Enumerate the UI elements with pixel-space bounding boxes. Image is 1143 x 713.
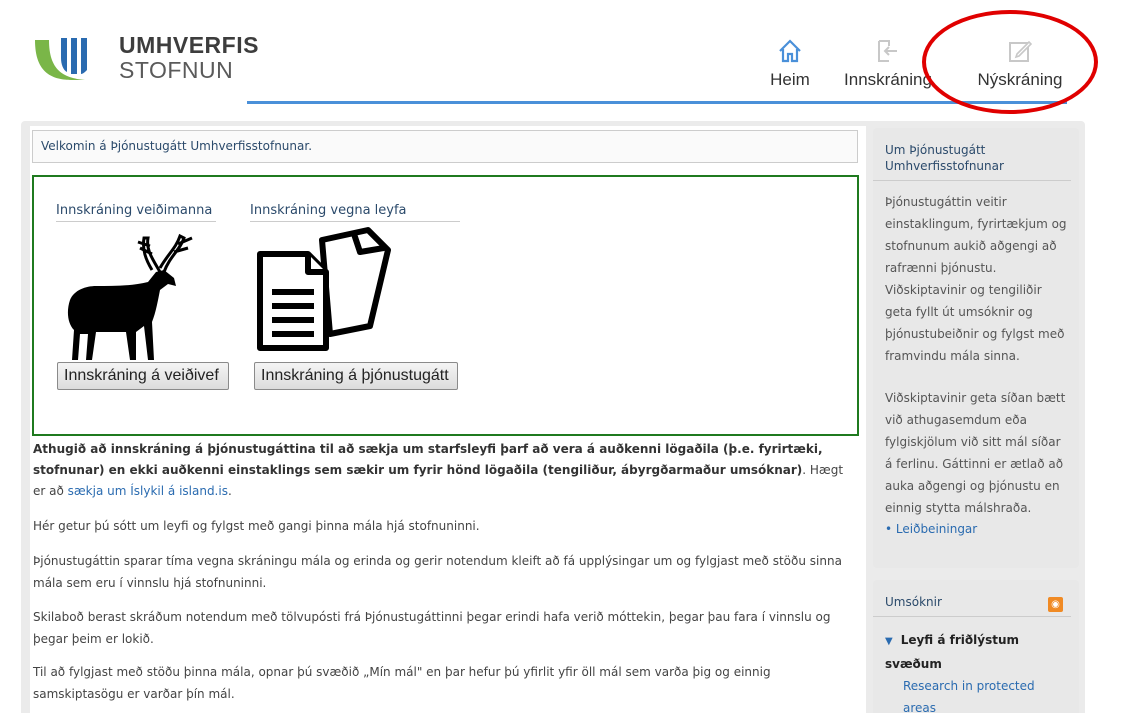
- logo-text-line1: UMHVERFIS: [119, 32, 259, 58]
- welcome-banner: Velkomin á Þjónustugátt Umhverfisstofnun…: [32, 130, 858, 163]
- portal-login-button[interactable]: Innskráning á þjónustugátt: [254, 362, 458, 390]
- applications-group: ▼ Leyfi á friðlýstum svæðum Research in p…: [873, 617, 1079, 713]
- intro-paragraph: Hér getur þú sótt um leyfi og fylgst með…: [33, 519, 480, 533]
- guide-link[interactable]: • Leiðbeiningar: [873, 519, 1079, 539]
- notice-bold: Athugið að innskráning á þjónustugáttina…: [33, 442, 823, 477]
- rss-icon[interactable]: ◉: [1048, 597, 1063, 612]
- site-logo[interactable]: UMHVERFIS STOFNUN: [33, 30, 258, 90]
- hunters-login-title: Innskráning veiðimanna: [56, 203, 216, 222]
- logo-mark-icon: [35, 38, 87, 80]
- about-title: Um Þjónustugátt Umhverfisstofnunar: [873, 128, 1071, 181]
- highlight-annotation: [922, 10, 1098, 114]
- hunters-login-button[interactable]: Innskráning á veiðivef: [57, 362, 229, 390]
- about-text-1: Þjónustugáttin veitir einstaklingum, fyr…: [885, 195, 1067, 363]
- hunters-login-column: Innskráning veiðimanna: [56, 203, 216, 366]
- site-header: UMHVERFIS STOFNUN Heim Innskráning Nýskr…: [0, 0, 1143, 114]
- permits-login-column: Innskráning vegna leyfa: [250, 203, 460, 356]
- group-heading[interactable]: ▼ Leyfi á friðlýstum svæðum: [885, 629, 1067, 675]
- applications-sidebar: Umsóknir ◉ ▼ Leyfi á friðlýstum svæðum Re…: [873, 580, 1079, 713]
- islykill-link[interactable]: sækja um Íslykil á island.is: [68, 484, 228, 498]
- permits-login-title: Innskráning vegna leyfa: [250, 203, 460, 222]
- notice-end: .: [227, 484, 232, 498]
- home-icon: [779, 39, 801, 63]
- reindeer-icon: [67, 233, 193, 360]
- notice-paragraph: Athugið að innskráning á þjónustugáttina…: [33, 439, 859, 502]
- login-panel: Innskráning veiðimanna Innskráning vegna…: [32, 175, 859, 436]
- about-text-2: Viðskiptavinir geta síðan bætt við athug…: [885, 391, 1066, 515]
- nav-login-label: Innskráning: [844, 70, 932, 89]
- benefits-paragraph: Þjónustugáttin sparar tíma vegna skránin…: [33, 554, 842, 590]
- nav-home-label: Heim: [770, 70, 810, 89]
- nav-home[interactable]: Heim: [760, 38, 820, 90]
- guide-link-label: Leiðbeiningar: [895, 522, 978, 536]
- notifications-paragraph: Skilaboð berast skráðum notendum með töl…: [33, 610, 831, 646]
- nav-underline: [247, 101, 1067, 104]
- logo-text-line2: STOFNUN: [119, 57, 234, 83]
- my-cases-paragraph: Til að fylgjast með stöðu þinna mála, op…: [33, 665, 771, 701]
- group-heading-label: Leyfi á friðlýstum svæðum: [885, 633, 1020, 671]
- sign-in-icon: [878, 40, 897, 62]
- applications-title: Umsóknir: [873, 580, 1071, 617]
- about-sidebar: Um Þjónustugátt Umhverfisstofnunar Þjónu…: [873, 128, 1079, 568]
- research-protected-areas-link[interactable]: Research in protected areas: [885, 675, 1067, 713]
- documents-icon: [257, 227, 391, 351]
